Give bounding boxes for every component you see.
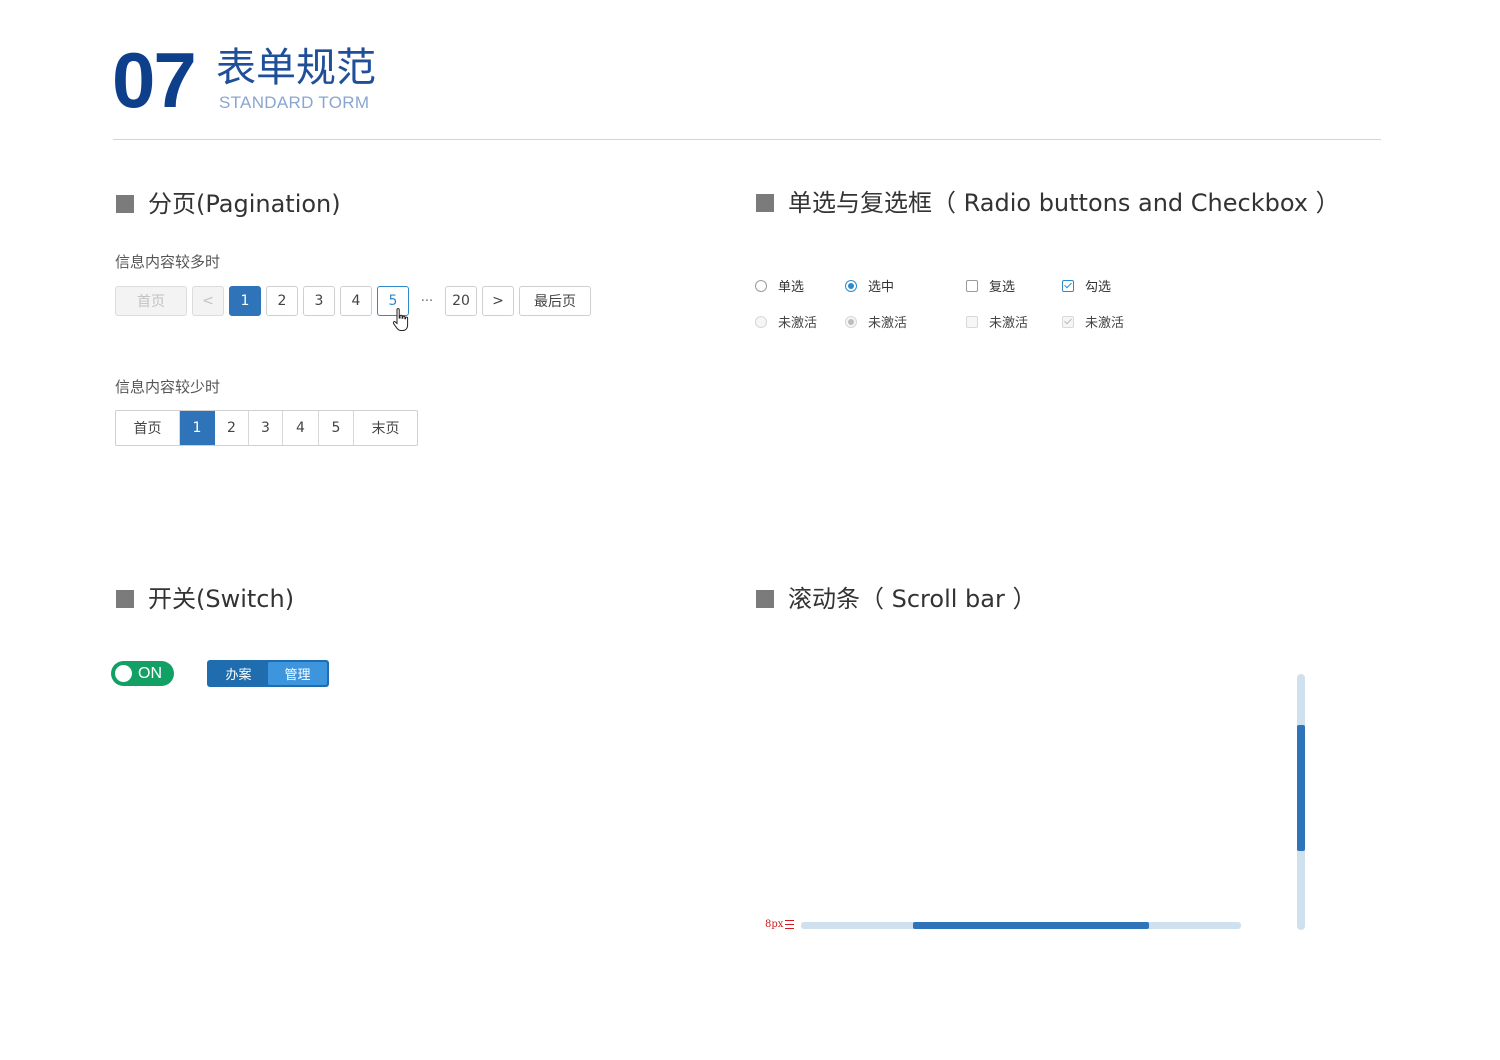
page-title: 表单规范 xyxy=(216,45,376,91)
dimension-label: 8px xyxy=(765,919,784,930)
switch-section-heading: 开关(Switch) xyxy=(116,584,294,614)
check-icon xyxy=(1062,279,1074,292)
dimension-annotation: 8px xyxy=(765,919,795,930)
prev-page-button[interactable]: < xyxy=(192,286,224,316)
radio-disabled-icon xyxy=(755,315,767,328)
toggle-label: ON xyxy=(138,664,162,682)
checkbox-icon xyxy=(966,279,978,292)
choices-section-title: 单选与复选框（ Radio buttons and Checkbox ） xyxy=(788,189,1340,217)
radio-selected-icon xyxy=(845,279,857,292)
radio-disabled-unchecked-label: 未激活 xyxy=(778,316,818,331)
radio-disabled-selected-icon xyxy=(845,315,857,328)
pagination-ellipsis: ··· xyxy=(420,293,434,309)
page-button-1[interactable]: 1 xyxy=(229,286,261,316)
checkbox-checked[interactable]: 勾选 xyxy=(1062,276,1111,295)
section-bullet-icon xyxy=(116,590,134,608)
page-subtitle: STANDARD TORM xyxy=(219,93,370,112)
radio-checked[interactable]: 选中 xyxy=(845,276,894,295)
page-button-2[interactable]: 2 xyxy=(266,286,298,316)
dimension-marker-icon xyxy=(785,920,795,929)
radio-unchecked-label: 单选 xyxy=(778,280,805,295)
section-bullet-icon xyxy=(756,194,774,212)
few-page-button-1[interactable]: 1 xyxy=(180,411,215,445)
checkbox-unchecked[interactable]: 复选 xyxy=(966,276,1015,295)
checkbox-disabled-checked-label: 未激活 xyxy=(1085,316,1125,331)
few-page-button-5[interactable]: 5 xyxy=(319,411,354,445)
pagination-many: 首页 < 1 2 3 4 5 ··· 20 > 最后页 xyxy=(115,286,596,316)
few-page-button-3[interactable]: 3 xyxy=(249,411,283,445)
few-page-button-2[interactable]: 2 xyxy=(215,411,249,445)
checkbox-disabled-checked: 未激活 xyxy=(1062,312,1124,331)
choices-section-heading: 单选与复选框（ Radio buttons and Checkbox ） xyxy=(756,188,1340,218)
page-button-20[interactable]: 20 xyxy=(445,286,477,316)
toggle-switch[interactable]: ON xyxy=(111,661,174,686)
segment-option-manage[interactable]: 管理 xyxy=(268,662,327,685)
radio-icon xyxy=(755,279,767,292)
page-button-4[interactable]: 4 xyxy=(340,286,372,316)
radio-disabled-checked: 未激活 xyxy=(845,312,907,331)
switch-section-title: 开关(Switch) xyxy=(148,585,295,613)
checkbox-disabled-icon xyxy=(966,315,978,328)
radio-disabled-checked-label: 未激活 xyxy=(868,316,908,331)
radio-unchecked[interactable]: 单选 xyxy=(755,276,804,295)
radio-checked-label: 选中 xyxy=(868,280,895,295)
few-last-page-button[interactable]: 末页 xyxy=(354,411,417,445)
check-disabled-icon xyxy=(1062,315,1074,328)
checkbox-unchecked-label: 复选 xyxy=(989,280,1016,295)
few-page-button-4[interactable]: 4 xyxy=(283,411,319,445)
scrollbar-section-title: 滚动条（ Scroll bar ） xyxy=(788,585,1037,613)
checkbox-disabled-unchecked-label: 未激活 xyxy=(989,316,1029,331)
checkbox-disabled-unchecked: 未激活 xyxy=(966,312,1028,331)
next-page-button[interactable]: > xyxy=(482,286,514,316)
first-page-button[interactable]: 首页 xyxy=(115,286,187,316)
radio-disabled-unchecked: 未激活 xyxy=(755,312,817,331)
segment-option-cases[interactable]: 办案 xyxy=(209,662,268,685)
hand-pointer-icon xyxy=(392,308,409,331)
few-first-page-button[interactable]: 首页 xyxy=(116,411,180,445)
pagination-section-title: 分页(Pagination) xyxy=(148,190,341,218)
header-divider xyxy=(113,139,1381,140)
section-bullet-icon xyxy=(116,195,134,213)
vertical-scrollbar-thumb[interactable] xyxy=(1297,725,1305,851)
scrollbar-section-heading: 滚动条（ Scroll bar ） xyxy=(756,584,1036,614)
pagination-few-label: 信息内容较少时 xyxy=(115,378,221,396)
toggle-knob xyxy=(115,665,132,682)
page-button-3[interactable]: 3 xyxy=(303,286,335,316)
segmented-switch: 办案 管理 xyxy=(207,660,329,687)
pagination-section-heading: 分页(Pagination) xyxy=(116,189,341,219)
last-page-button[interactable]: 最后页 xyxy=(519,286,591,316)
checkbox-checked-label: 勾选 xyxy=(1085,280,1112,295)
section-number: 07 xyxy=(112,36,197,124)
pagination-few: 首页 1 2 3 4 5 末页 xyxy=(115,410,418,446)
pagination-many-label: 信息内容较多时 xyxy=(115,253,221,271)
horizontal-scrollbar-thumb[interactable] xyxy=(913,922,1149,929)
section-bullet-icon xyxy=(756,590,774,608)
